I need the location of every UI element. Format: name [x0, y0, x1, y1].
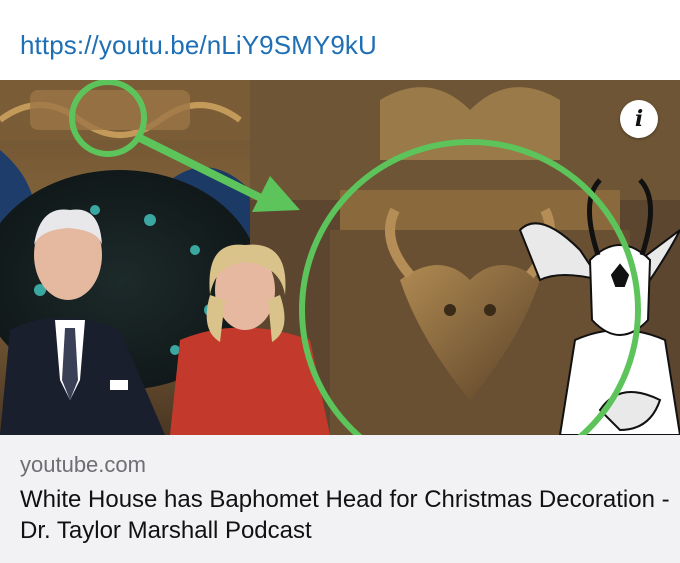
video-thumbnail[interactable]: i: [0, 80, 680, 435]
preview-meta: youtube.com White House has Baphomet Hea…: [20, 452, 670, 546]
link-preview-card[interactable]: i youtube.com White House has Baphomet H…: [0, 80, 680, 563]
thumbnail-image: [0, 80, 680, 435]
info-icon[interactable]: i: [620, 100, 658, 138]
info-glyph: i: [634, 106, 644, 132]
shared-link[interactable]: https://youtu.be/nLiY9SMY9kU: [20, 30, 377, 61]
preview-domain: youtube.com: [20, 452, 146, 477]
preview-title[interactable]: White House has Baphomet Head for Christ…: [20, 484, 670, 546]
